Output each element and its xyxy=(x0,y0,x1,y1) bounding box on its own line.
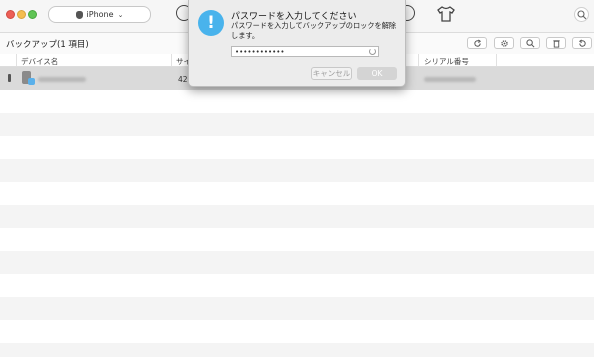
chevron-down-icon: ⌄ xyxy=(117,10,124,19)
password-field[interactable] xyxy=(231,46,379,57)
search-icon[interactable] xyxy=(574,7,589,22)
search-icon xyxy=(525,38,534,47)
apple-icon xyxy=(75,10,83,19)
trash-icon xyxy=(552,39,560,48)
table-row xyxy=(0,274,594,297)
device-indicator-icon xyxy=(8,74,11,82)
password-dialog: ! パスワードを入力してください パスワードを入力してバックアップのロックを解除… xyxy=(188,0,406,87)
column-separator xyxy=(16,54,17,66)
column-separator xyxy=(496,54,497,66)
window-close-button[interactable] xyxy=(6,10,15,19)
device-selector-label: iPhone xyxy=(86,10,114,19)
window-maximize-button[interactable] xyxy=(28,10,37,19)
refresh-icon xyxy=(473,39,481,47)
table-row xyxy=(0,205,594,228)
column-header-device-name[interactable]: デバイス名 xyxy=(21,56,58,67)
table-row xyxy=(0,251,594,274)
table-row xyxy=(0,136,594,159)
table-row xyxy=(0,159,594,182)
window-minimize-button[interactable] xyxy=(17,10,26,19)
loading-spinner-icon xyxy=(369,48,376,55)
column-separator xyxy=(171,54,172,66)
table-row xyxy=(0,343,594,357)
ok-button[interactable]: OK xyxy=(357,67,397,80)
lock-badge-icon xyxy=(28,78,35,85)
table-row xyxy=(0,297,594,320)
backup-search-button[interactable] xyxy=(520,37,540,49)
serial-number-blurred xyxy=(424,77,476,82)
table-row xyxy=(0,228,594,251)
table-row xyxy=(0,113,594,136)
table-row xyxy=(0,182,594,205)
column-header-serial-number[interactable]: シリアル番号 xyxy=(424,56,469,67)
device-selector[interactable]: iPhone ⌄ xyxy=(48,6,151,23)
column-separator xyxy=(418,54,419,66)
restore-icon xyxy=(578,39,586,47)
delete-button[interactable] xyxy=(546,37,566,49)
device-name-blurred xyxy=(38,77,86,82)
backup-count-title: バックアップ(1 項目) xyxy=(6,40,89,50)
shirt-icon[interactable] xyxy=(437,5,455,23)
restore-button[interactable] xyxy=(572,37,592,49)
cancel-button[interactable]: キャンセル xyxy=(311,67,352,80)
dialog-message: パスワードを入力してバックアップのロックを解除します。 xyxy=(231,21,397,40)
table-row xyxy=(0,90,594,113)
refresh-button[interactable] xyxy=(467,37,487,49)
settings-button[interactable] xyxy=(494,37,514,49)
table-row xyxy=(0,320,594,343)
gear-icon xyxy=(500,39,508,47)
alert-icon: ! xyxy=(198,10,224,36)
